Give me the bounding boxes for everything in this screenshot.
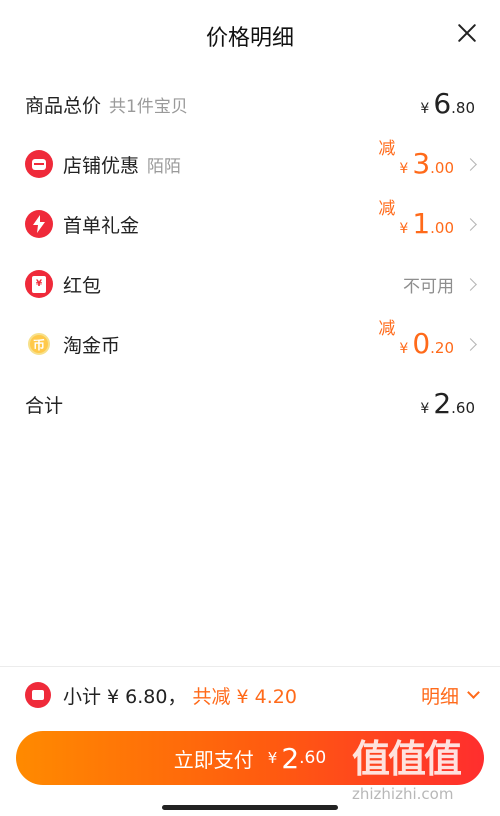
watermark-domain: zhizhizhi.com	[352, 785, 454, 803]
detail-toggle-button[interactable]: 明细	[420, 679, 480, 711]
chevron-right-icon	[464, 337, 477, 351]
close-icon[interactable]	[456, 22, 478, 44]
chevron-right-icon	[464, 217, 477, 231]
watermark-logo: 值值值	[352, 736, 462, 781]
sheet-title: 价格明细	[205, 26, 294, 51]
sum-total-label: 合计	[25, 394, 64, 417]
chevron-down-icon	[467, 686, 480, 699]
store-discount-label: 店铺优惠	[63, 154, 140, 177]
price-detail-sheet: 价格明细 商品总价 共1件宝贝 ¥ 6 .80 店铺优惠 陌陌 减 ¥ 3 .0…	[0, 0, 500, 816]
taojinbi-label: 淘金币	[63, 334, 121, 357]
pay-amount-dec: .60	[299, 748, 327, 768]
chevron-right-icon	[464, 157, 477, 171]
lightning-icon	[25, 210, 53, 238]
minus-label: 减	[378, 319, 396, 339]
row-sum-total: 合计 ¥ 2 .60	[0, 374, 500, 434]
store-discount-amount: ¥ 3 .00	[399, 147, 454, 180]
row-goods-total: 商品总价 共1件宝贝 ¥ 6 .80	[0, 74, 500, 134]
store-name: 陌陌	[147, 156, 182, 177]
minus-label: 减	[378, 199, 396, 219]
first-order-gift-amount: ¥ 1 .00	[399, 207, 454, 240]
price-summary: 小计 ¥ 6.80， 共减 ¥ 4.20	[25, 679, 297, 711]
red-packet-icon: ¥	[25, 270, 53, 298]
red-packet-label: 红包	[63, 274, 102, 297]
goods-count: 共1件宝贝	[109, 96, 188, 117]
chevron-right-icon	[464, 277, 477, 291]
detail-label: 明细	[420, 685, 459, 708]
home-indicator	[162, 805, 338, 810]
row-red-packet[interactable]: ¥ 红包 不可用	[0, 254, 500, 314]
goods-total-label: 商品总价	[25, 94, 102, 117]
total-discount-text: 共减 ¥ 4.20	[192, 685, 297, 708]
pay-yen: ¥	[267, 749, 278, 767]
coin-icon: 币	[25, 330, 53, 358]
store-icon	[25, 682, 51, 708]
minus-label: 减	[378, 139, 396, 159]
pay-now-label: 立即支付	[173, 747, 254, 772]
first-order-gift-label: 首单礼金	[63, 214, 140, 237]
sheet-header: 价格明细	[0, 0, 500, 70]
watermark: 值值值 zhizhizhi.com	[352, 728, 492, 808]
sum-total-price: ¥ 2 .60	[420, 387, 475, 420]
row-first-order-gift[interactable]: 首单礼金 减 ¥ 1 .00	[0, 194, 500, 254]
subtotal-text: 小计 ¥ 6.80，	[63, 685, 187, 708]
taojinbi-amount: ¥ 0 .20	[399, 327, 454, 360]
goods-total-price: ¥ 6 .80	[420, 87, 475, 120]
pay-amount-int: 2	[281, 741, 300, 775]
row-store-discount[interactable]: 店铺优惠 陌陌 减 ¥ 3 .00	[0, 134, 500, 194]
row-taojinbi[interactable]: 币 淘金币 减 ¥ 0 .20	[0, 314, 500, 374]
store-icon	[25, 150, 53, 178]
red-packet-status: 不可用	[403, 276, 454, 297]
